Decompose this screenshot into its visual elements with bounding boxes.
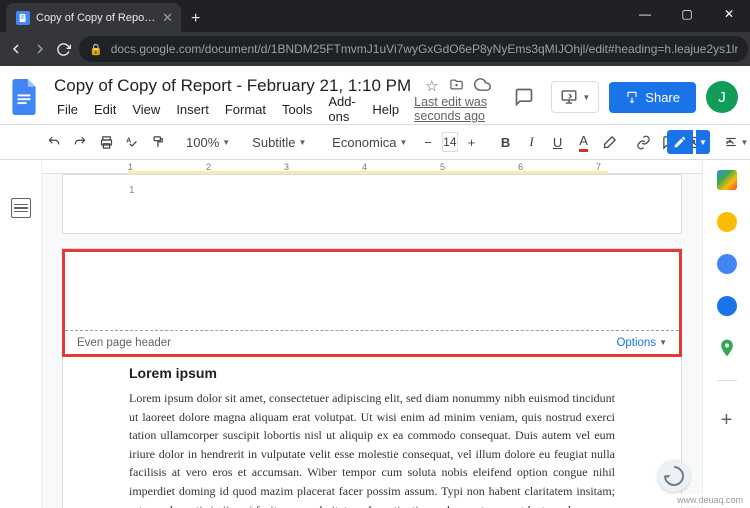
docs-favicon [16,11,30,25]
toolbar: A 100%▼ Subtitle▼ Economica▼ − 14 + B I … [0,124,750,160]
maps-addon-icon[interactable] [717,338,737,358]
new-tab-button[interactable]: + [181,6,210,32]
nav-back-icon[interactable] [8,37,24,61]
ruler-tick: 4 [362,162,367,172]
text-color-button[interactable]: A [572,130,596,154]
redo-icon[interactable] [68,130,92,154]
url-field[interactable]: 🔒 docs.google.com/document/d/1BNDM25FTmv… [79,36,748,62]
window-controls: — ▢ ✕ [624,0,750,28]
window-minimize[interactable]: — [624,0,666,28]
cloud-saved-icon[interactable] [474,76,491,97]
tasks-addon-icon[interactable] [717,254,737,274]
zoom-dropdown[interactable]: 100%▼ [180,132,236,153]
ruler-tick: 6 [518,162,523,172]
left-rail [0,160,42,508]
nav-forward-icon[interactable] [32,37,48,61]
share-button[interactable]: Share [609,82,696,113]
grammarly-widget[interactable] [658,460,690,492]
menu-bar: File Edit View Insert Format Tools Add-o… [50,98,499,120]
menu-insert[interactable]: Insert [169,99,216,120]
header-options-link[interactable]: Options▼ [616,337,667,349]
document-body[interactable]: Lorem ipsum Lorem ipsum dolor sit amet, … [63,357,681,508]
svg-text:A: A [126,137,131,144]
ruler-tick: 3 [284,162,289,172]
get-addons-icon[interactable]: + [721,409,733,432]
bold-button[interactable]: B [494,130,518,154]
underline-button[interactable]: U [546,130,570,154]
browser-chrome: Copy of Copy of Report - Februa ✕ + — ▢ … [0,0,750,66]
tab-strip: Copy of Copy of Report - Februa ✕ + — ▢ … [0,0,750,32]
title-area: Copy of Copy of Report - February 21, 1:… [50,74,499,120]
print-icon[interactable] [94,130,118,154]
tab-title: Copy of Copy of Report - Februa [36,12,156,24]
font-size-decrease[interactable]: − [416,130,440,154]
outline-toggle-icon[interactable] [11,198,31,218]
move-folder-icon[interactable] [449,77,464,96]
insert-link-icon[interactable] [632,130,656,154]
ruler-tick: 2 [206,162,211,172]
window-maximize[interactable]: ▢ [666,0,708,28]
contacts-addon-icon[interactable] [717,296,737,316]
present-button[interactable]: ▼ [551,81,599,113]
doc-heading: Lorem ipsum [129,365,615,381]
italic-button[interactable]: I [520,130,544,154]
style-dropdown[interactable]: Subtitle▼ [246,132,316,153]
share-label: Share [645,90,680,105]
menu-addons[interactable]: Add-ons [321,91,363,127]
editing-mode-dropdown[interactable]: ▼ [696,130,710,154]
menu-view[interactable]: View [125,99,167,120]
doc-paragraph-1: Lorem ipsum dolor sit amet, consectetuer… [129,389,615,508]
docs-logo-icon[interactable] [6,79,42,115]
window-close[interactable]: ✕ [708,0,750,28]
font-dropdown[interactable]: Economica▼ [326,132,406,153]
docs-header: Copy of Copy of Report - February 21, 1:… [0,66,750,124]
highlight-button[interactable] [598,130,622,154]
page-1[interactable]: 1 [62,174,682,234]
undo-icon[interactable] [42,130,66,154]
hide-menus-icon[interactable] [718,130,742,154]
ruler-tick: 7 [596,162,601,172]
content-area: 1 2 3 4 5 6 7 1 Even page header Options… [0,160,750,508]
editing-mode-button[interactable] [667,130,693,154]
header-region[interactable]: Even page header Options▼ [62,249,682,357]
comment-history-icon[interactable] [507,80,541,114]
page-2[interactable]: Even page header Options▼ Lorem ipsum Lo… [62,248,682,508]
paint-format-icon[interactable] [146,130,170,154]
page-number: 1 [129,185,135,196]
tab-close-icon[interactable]: ✕ [162,10,173,26]
lock-icon: 🔒 [89,43,103,56]
nav-reload-icon[interactable] [56,37,71,61]
menu-edit[interactable]: Edit [87,99,123,120]
ruler-tick: 1 [128,162,133,172]
header-label-row: Even page header Options▼ [65,330,679,354]
calendar-addon-icon[interactable] [717,170,737,190]
watermark: www.deuaq.com [674,494,746,506]
header-type-label: Even page header [77,337,171,349]
font-size-increase[interactable]: + [460,130,484,154]
docs-app: Copy of Copy of Report - February 21, 1:… [0,66,750,508]
menu-format[interactable]: Format [218,99,273,120]
ruler[interactable]: 1 2 3 4 5 6 7 [42,160,702,174]
side-panel: + [702,160,750,508]
ruler-tick: 5 [440,162,445,172]
menu-file[interactable]: File [50,99,85,120]
browser-tab[interactable]: Copy of Copy of Report - Februa ✕ [6,3,181,32]
spellcheck-icon[interactable]: A [120,130,144,154]
user-avatar[interactable]: J [706,81,738,113]
menu-help[interactable]: Help [365,99,406,120]
menu-tools[interactable]: Tools [275,99,319,120]
last-edit-link[interactable]: Last edit was seconds ago [414,95,499,123]
star-icon[interactable]: ☆ [425,77,438,95]
keep-addon-icon[interactable] [717,212,737,232]
document-canvas[interactable]: 1 2 3 4 5 6 7 1 Even page header Options… [42,160,702,508]
font-size-input[interactable]: 14 [442,132,457,152]
url-text: docs.google.com/document/d/1BNDM25FTmvmJ… [111,42,739,56]
address-bar: 🔒 docs.google.com/document/d/1BNDM25FTmv… [0,32,750,66]
